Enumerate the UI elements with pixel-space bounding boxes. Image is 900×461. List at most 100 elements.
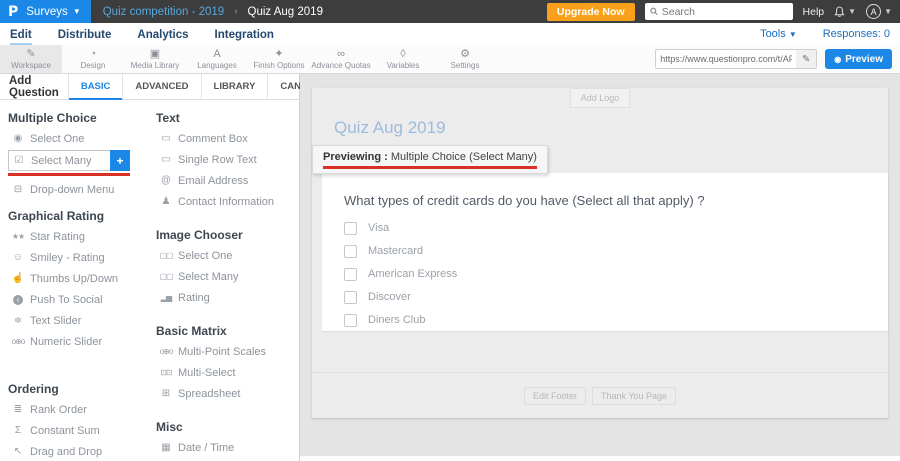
chevron-down-icon: ▼ [73, 8, 81, 16]
question-type-text-slider[interactable]: ≑Text Slider [8, 310, 156, 331]
section-text: Text [156, 111, 291, 125]
date-time-icon: ▦ [156, 443, 176, 453]
bottom-strip [300, 456, 900, 461]
surveys-menu-label: Surveys [26, 6, 68, 18]
chevron-down-icon: ▼ [884, 8, 892, 16]
preview-label: Preview [845, 54, 883, 65]
question-type-numeric-slider[interactable]: o⊕oNumeric Slider [8, 331, 156, 352]
thumbs-up-down-icon: ☝ [8, 274, 28, 284]
question-type-select-one[interactable]: ▢▢Select One [156, 245, 291, 266]
question-type-push-to-social[interactable]: ‹Push To Social [8, 289, 156, 310]
add-question-title: Add Question [0, 74, 68, 99]
question-type-spreadsheet[interactable]: ⊞Spreadsheet [156, 383, 291, 404]
notifications-menu[interactable]: ▼ [834, 6, 856, 18]
toolbar-label: Finish Options [253, 61, 304, 70]
responses-count[interactable]: Responses: 0 [823, 28, 890, 40]
question-type-star-rating[interactable]: ★★Star Rating [8, 226, 156, 247]
toolbar-advance-quotas[interactable]: ∞Advance Quotas [310, 45, 372, 73]
media-library-icon: ▣ [150, 49, 160, 60]
multi-point-scales-icon: o⊕o [156, 347, 176, 357]
option-diners-club[interactable]: Diners Club [344, 314, 888, 327]
question-type-constant-sum[interactable]: ΣConstant Sum [8, 420, 156, 441]
question-type-contact-information[interactable]: ♟Contact Information [156, 191, 291, 212]
search-input[interactable] [662, 6, 788, 18]
tools-menu[interactable]: Tools ▼ [760, 28, 797, 40]
question-type-email-address[interactable]: @Email Address [156, 170, 291, 191]
option-visa[interactable]: Visa [344, 222, 888, 235]
tab-advanced[interactable]: ADVANCED [122, 74, 200, 99]
tab-basic[interactable]: BASIC [68, 74, 123, 99]
avatar: A [866, 4, 881, 19]
add-question-button[interactable]: + [110, 150, 130, 171]
question-type-rating[interactable]: ▂▅Rating [156, 287, 291, 308]
nav-integration[interactable]: Integration [215, 26, 274, 43]
toolbar-design[interactable]: ◔Design [62, 45, 124, 73]
question-type-thumbs-up-down[interactable]: ☝Thumbs Up/Down [8, 268, 156, 289]
breadcrumb: Quiz competition - 2019 › Quiz Aug 2019 [91, 6, 323, 18]
red-underline-annotation [8, 173, 130, 176]
question-type-label: Select Many [31, 155, 92, 167]
help-link[interactable]: Help [803, 6, 825, 18]
option-discover[interactable]: Discover [344, 291, 888, 304]
breadcrumb-parent[interactable]: Quiz competition - 2019 [103, 6, 224, 18]
question-type-single-row-text[interactable]: ▭Single Row Text [156, 149, 291, 170]
question-type-label: Date / Time [178, 442, 234, 454]
toolbar-label: Advance Quotas [311, 61, 370, 70]
finish-options-icon: ✦ [274, 49, 283, 60]
checkbox-icon[interactable] [344, 268, 357, 281]
option-label: American Express [368, 268, 457, 280]
toolbar-variables[interactable]: ◊Variables [372, 45, 434, 73]
upgrade-now-button[interactable]: Upgrade Now [547, 3, 635, 21]
options-list: Visa Mastercard American Express Discover Di… [322, 222, 888, 327]
brand-segment[interactable]: P Surveys ▼ [0, 0, 91, 23]
tab-library[interactable]: LIBRARY [201, 74, 268, 99]
thank-you-page-button[interactable]: Thank You Page [592, 387, 676, 405]
email-address-icon: @ [156, 176, 176, 186]
smiley-rating-icon: ☺ [8, 253, 28, 263]
toolbar-media-library[interactable]: ▣Media Library [124, 45, 186, 73]
question-type-drag-and-drop[interactable]: ↖Drag and Drop [8, 441, 156, 461]
add-question-sidebar: Add Question BASICADVANCEDLIBRARYCANVAS … [0, 74, 300, 461]
question-type-date-time[interactable]: ▦Date / Time [156, 437, 291, 458]
option-label: Diners Club [368, 314, 425, 326]
toolbar-finish-options[interactable]: ✦Finish Options [248, 45, 310, 73]
survey-url-input[interactable] [656, 50, 796, 68]
question-type-comment-box[interactable]: ▭Comment Box [156, 128, 291, 149]
option-american-express[interactable]: American Express [344, 268, 888, 281]
selected-question-type-box[interactable]: ☑Select Many+ [8, 150, 130, 171]
drag-and-drop-icon: ↖ [8, 447, 28, 457]
nav-distribute[interactable]: Distribute [58, 26, 112, 43]
account-menu[interactable]: A ▼ [866, 4, 892, 19]
edit-url-icon[interactable]: ✎ [796, 54, 816, 65]
question-type-select-many[interactable]: ▢▢Select Many [156, 266, 291, 287]
option-mastercard[interactable]: Mastercard [344, 245, 888, 258]
add-logo-button[interactable]: Add Logo [570, 88, 631, 108]
edit-footer-button[interactable]: Edit Footer [524, 387, 586, 405]
survey-title[interactable]: Quiz Aug 2019 [334, 118, 888, 138]
checkbox-icon[interactable] [344, 222, 357, 235]
surveys-menu[interactable]: Surveys ▼ [26, 6, 80, 18]
question-type-smiley-rating[interactable]: ☺Smiley - Rating [8, 247, 156, 268]
section-graphical-rating: Graphical Rating [8, 209, 156, 223]
question-type-drop-down-menu[interactable]: ⊟Drop-down Menu [8, 179, 156, 200]
toolbar-label: Variables [387, 61, 420, 70]
question-type-rank-order[interactable]: ≣Rank Order [8, 399, 156, 420]
toolbar-workspace[interactable]: ✎Workspace [0, 45, 62, 73]
checkbox-icon[interactable] [344, 314, 357, 327]
editor-toolbar: ✎Workspace◔Design▣Media LibraryALanguage… [0, 45, 900, 74]
toolbar-languages[interactable]: ALanguages [186, 45, 248, 73]
checkbox-icon[interactable] [344, 245, 357, 258]
question-type-select-one[interactable]: ◉Select One [8, 128, 156, 149]
select-one-icon: ▢▢ [156, 251, 176, 261]
search-box[interactable] [645, 3, 793, 20]
toolbar-settings[interactable]: ⚙Settings [434, 45, 496, 73]
question-type-label: Rank Order [30, 404, 87, 416]
question-type-multi-select[interactable]: ⊡⊡Multi-Select [156, 362, 291, 383]
question-type-multi-point-scales[interactable]: o⊕oMulti-Point Scales [156, 341, 291, 362]
preview-button[interactable]: ◉ Preview [825, 49, 892, 69]
question-type-label: Select Many [178, 271, 239, 283]
nav-edit[interactable]: Edit [10, 26, 32, 45]
nav-analytics[interactable]: Analytics [137, 26, 188, 43]
toolbar-items: ✎Workspace◔Design▣Media LibraryALanguage… [0, 45, 496, 73]
checkbox-icon[interactable] [344, 291, 357, 304]
